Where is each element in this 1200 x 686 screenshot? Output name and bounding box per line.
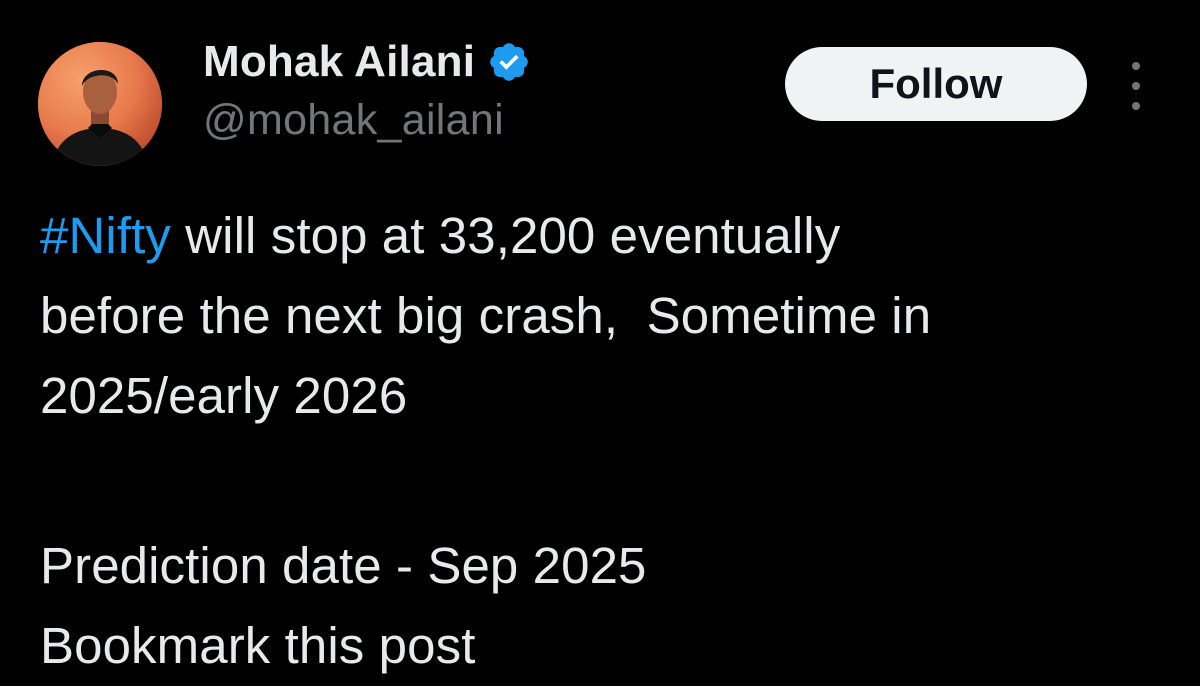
tweet-line-2: before the next big crash, Sometime in bbox=[40, 287, 932, 344]
more-dot bbox=[1132, 102, 1140, 110]
author-display-name[interactable]: Mohak Ailani bbox=[203, 37, 475, 87]
tweet-card: Mohak Ailani @mohak_ailani Follow #Nifty… bbox=[0, 0, 1200, 683]
hashtag-link[interactable]: #Nifty bbox=[40, 207, 171, 264]
tweet-line-3: 2025/early 2026 bbox=[40, 367, 408, 424]
paragraph-break bbox=[40, 436, 1170, 526]
tweet-header: Mohak Ailani @mohak_ailani Follow bbox=[0, 0, 1200, 170]
author-handle[interactable]: @mohak_ailani bbox=[203, 96, 531, 145]
more-dot bbox=[1132, 82, 1140, 90]
author-identity: Mohak Ailani @mohak_ailani bbox=[203, 34, 531, 145]
follow-button[interactable]: Follow bbox=[785, 47, 1087, 121]
tweet-line-1-text: will stop at 33,200 eventually bbox=[170, 207, 841, 264]
avatar-photo bbox=[38, 42, 162, 166]
avatar[interactable] bbox=[38, 42, 162, 166]
more-options-icon[interactable] bbox=[1122, 62, 1150, 110]
tweet-line-1: #Nifty will stop at 33,200 eventually bbox=[40, 196, 1170, 276]
tweet-text: #Nifty will stop at 33,200 eventually be… bbox=[40, 196, 1170, 686]
name-row: Mohak Ailani bbox=[203, 34, 531, 90]
more-dot bbox=[1132, 62, 1140, 70]
verified-badge-icon bbox=[490, 43, 528, 81]
tweet-line-5: Bookmark this post bbox=[40, 617, 476, 674]
tweet-line-4: Prediction date - Sep 2025 bbox=[40, 537, 647, 594]
